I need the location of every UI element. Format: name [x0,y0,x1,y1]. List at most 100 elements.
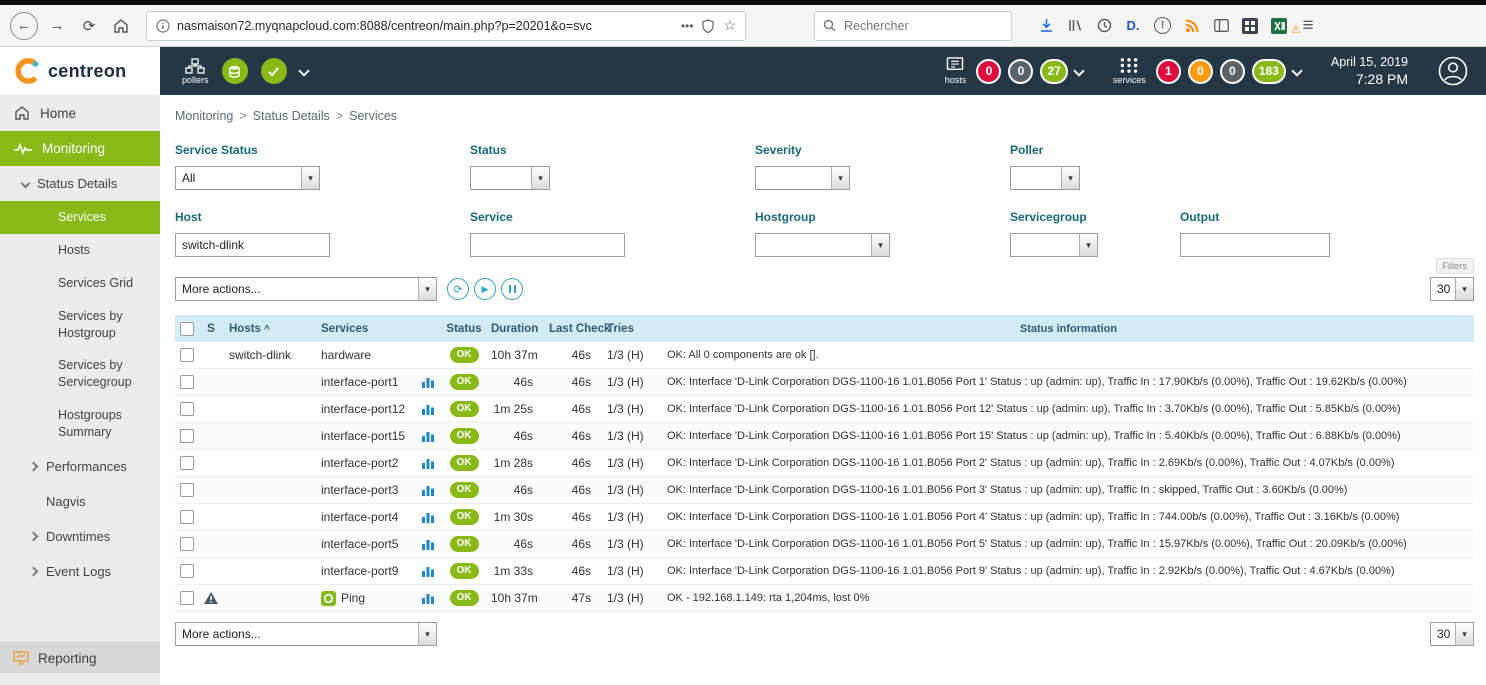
service-link[interactable]: interface-port15 [321,429,405,443]
sidebar-item-downtimes[interactable]: Downtimes [0,519,160,554]
row-checkbox[interactable] [180,591,194,605]
shield-icon[interactable] [702,19,714,33]
more-actions-select-bottom[interactable]: More actions... ▾ [175,622,437,646]
bookmark-star-icon[interactable]: ☆ [723,17,736,34]
sidebar-item-nagvis[interactable]: Nagvis [0,484,160,519]
column-header-hosts[interactable]: Hosts^ [223,323,315,335]
row-checkbox[interactable] [180,348,194,362]
home-button[interactable] [108,13,134,39]
play-button[interactable]: ▶ [474,278,496,300]
page-size-select[interactable]: 30 ▾ [1430,277,1474,301]
graph-icon[interactable] [421,376,435,389]
url-bar[interactable]: nasmaison72.myqnapcloud.com:8088/centreo… [146,11,746,41]
browser-search-input[interactable] [842,18,1003,34]
sidebar-item-services-by-servicegroup[interactable]: Services by Servicegroup [0,349,160,399]
sidebar-item-hostgroups-summary[interactable]: Hostgroups Summary [0,399,160,449]
status-counter-badge[interactable]: 27 [1040,59,1067,84]
service-link[interactable]: interface-port2 [321,456,398,470]
column-header-duration[interactable]: Duration [487,323,545,335]
graph-icon[interactable] [421,457,435,470]
severity-select[interactable]: ▾ [755,166,850,190]
page-size-select-bottom[interactable]: 30 ▾ [1430,622,1474,646]
alert-extension-icon[interactable]: ! [1154,17,1171,35]
service-link[interactable]: interface-port12 [321,402,405,416]
refresh-button[interactable]: ⟳ [447,278,469,300]
sidebar-item-services-by-hostgroup[interactable]: Services by Hostgroup [0,300,160,350]
breadcrumb-item-services[interactable]: Services [349,109,397,123]
servicegroup-select[interactable]: ▾ [1010,233,1098,257]
host-cell[interactable]: switch-dlink [223,348,315,362]
poller-ok-icon[interactable] [261,58,287,84]
site-info-icon[interactable] [156,19,170,33]
sidebar-item-performances[interactable]: Performances [0,449,160,484]
poller-select[interactable]: ▾ [1010,166,1080,190]
services-menu[interactable]: services [1113,57,1146,85]
row-checkbox[interactable] [180,456,194,470]
sidebar-item-services-grid[interactable]: Services Grid [0,267,160,300]
graph-icon[interactable] [421,430,435,443]
output-input[interactable] [1180,233,1330,257]
pollers-chevron-down-icon[interactable] [298,65,309,76]
forward-button[interactable]: → [44,13,70,39]
chevron-down-icon[interactable] [1073,65,1084,76]
column-header-services[interactable]: Services [315,323,415,335]
back-button[interactable]: ← [10,12,38,40]
breadcrumb-item-status-details[interactable]: Status Details [253,109,330,123]
graph-icon[interactable] [421,565,435,578]
row-checkbox[interactable] [180,429,194,443]
column-header-status[interactable]: Status [441,323,487,335]
status-select[interactable]: ▾ [470,166,550,190]
row-checkbox[interactable] [180,402,194,416]
sidebar-item-services[interactable]: Services [0,201,160,234]
sidebar-item-status-details[interactable]: Status Details [0,166,160,201]
column-header-tries[interactable]: Tries [603,323,663,335]
sidebar-toggle-icon[interactable] [1213,17,1229,35]
menu-button[interactable]: ≡ ⚠ [1300,17,1316,35]
reload-button[interactable]: ⟳ [76,13,102,39]
status-counter-badge[interactable]: 0 [1008,59,1033,84]
chevron-down-icon[interactable] [1291,65,1302,76]
service-link[interactable]: interface-port5 [321,537,398,551]
library-icon[interactable] [1067,17,1083,35]
hostgroup-select[interactable]: ▾ [755,233,890,257]
status-counter-badge[interactable]: 0 [976,59,1001,84]
service-link[interactable]: interface-port4 [321,510,398,524]
row-checkbox[interactable] [180,537,194,551]
centreon-logo[interactable]: centreon [0,47,160,95]
pause-button[interactable] [501,278,523,300]
graph-icon[interactable] [421,592,435,605]
d-extension-icon[interactable]: D. [1125,17,1141,35]
service-input[interactable] [470,233,625,257]
row-checkbox[interactable] [180,483,194,497]
more-actions-select[interactable]: More actions... ▾ [175,277,437,301]
service-link[interactable]: interface-port3 [321,483,398,497]
database-status-icon[interactable] [222,58,248,84]
spreadsheet-extension-icon[interactable] [1271,17,1287,35]
service-link[interactable]: Ping [341,591,365,605]
filters-button[interactable]: Filters [1436,258,1475,274]
sidebar-item-monitoring[interactable]: Monitoring [0,131,160,166]
host-input[interactable] [175,233,330,257]
grid-extension-icon[interactable] [1242,17,1258,35]
pollers-menu[interactable]: pollers [182,58,209,85]
status-counter-badge[interactable]: 183 [1252,59,1286,84]
service-status-select[interactable]: All▾ [175,166,320,190]
service-link[interactable]: interface-port1 [321,375,398,389]
graph-icon[interactable] [421,511,435,524]
status-counter-badge[interactable]: 0 [1220,59,1245,84]
select-all-checkbox[interactable] [180,322,194,336]
sidebar-item-event-logs[interactable]: Event Logs [0,554,160,589]
graph-icon[interactable] [421,403,435,416]
rss-icon[interactable] [1184,17,1200,35]
page-actions-icon[interactable]: ••• [681,19,694,33]
download-icon[interactable] [1038,17,1054,35]
history-icon[interactable] [1096,17,1112,35]
status-counter-badge[interactable]: 1 [1156,59,1181,84]
graph-icon[interactable] [421,538,435,551]
sidebar-item-home[interactable]: Home [0,95,160,131]
status-counter-badge[interactable]: 0 [1188,59,1213,84]
column-header-last-check[interactable]: Last Check [545,323,603,335]
breadcrumb-item-monitoring[interactable]: Monitoring [175,109,233,123]
service-link[interactable]: hardware [321,348,371,362]
row-checkbox[interactable] [180,510,194,524]
